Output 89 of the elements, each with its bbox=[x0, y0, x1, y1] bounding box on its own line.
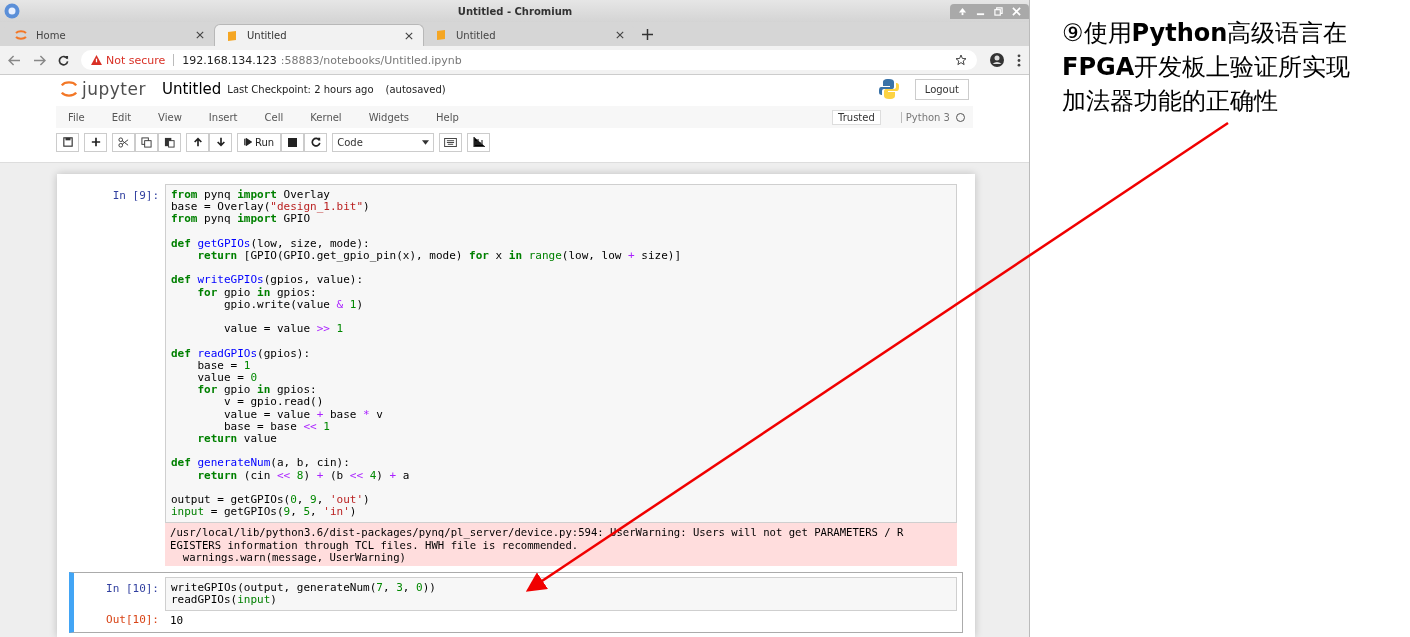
copy-button[interactable] bbox=[135, 132, 158, 152]
reload-icon[interactable] bbox=[58, 54, 69, 66]
input-prompt: In [10]: bbox=[105, 581, 160, 597]
restart-icon bbox=[310, 137, 321, 147]
stop-icon bbox=[288, 137, 298, 147]
trusted-indicator[interactable]: Trusted bbox=[832, 109, 881, 125]
scissors-icon bbox=[118, 136, 129, 148]
caret-icon bbox=[422, 139, 430, 145]
run-button[interactable]: Run bbox=[237, 132, 282, 152]
python-logo bbox=[876, 77, 901, 101]
close-icon[interactable] bbox=[196, 31, 204, 39]
checkpoint-status: Last Checkpoint: 2 hours ago bbox=[227, 83, 374, 95]
code-line: value = value + base * v bbox=[222, 408, 384, 421]
star-icon[interactable] bbox=[955, 54, 967, 66]
menu-item[interactable]: Kernel bbox=[306, 111, 355, 123]
menu-item[interactable]: Help bbox=[432, 111, 472, 123]
code-line: return value bbox=[196, 433, 278, 446]
close-icon[interactable] bbox=[405, 31, 413, 40]
chart-button[interactable] bbox=[467, 132, 491, 152]
code-line: def readGPIOs(gpios): bbox=[171, 347, 312, 360]
stop-button[interactable] bbox=[281, 132, 305, 152]
chromium-icon bbox=[4, 3, 20, 19]
bar-chart-icon bbox=[472, 137, 485, 147]
window-title: Untitled - Chromium bbox=[456, 5, 574, 17]
move-up-button[interactable] bbox=[186, 132, 209, 152]
menu-item[interactable]: Cell bbox=[260, 111, 297, 123]
browser-tab[interactable]: Untitled bbox=[214, 24, 424, 46]
address-bar[interactable]: Not secure 192.168.134.123 :58883/notebooks/Untitled.ipynb bbox=[81, 50, 977, 70]
code-line: def generateNum(a, b, cin): bbox=[171, 457, 351, 470]
new-tab-icon[interactable] bbox=[642, 29, 653, 40]
code-line: base = 1 bbox=[196, 359, 252, 372]
code-line: output = getGPIOs(0, 9, 'out') bbox=[171, 494, 371, 507]
paste-icon bbox=[164, 136, 175, 148]
menu-item[interactable]: Insert bbox=[204, 111, 251, 123]
kernel-name[interactable]: Python 3 bbox=[900, 111, 950, 123]
code-line: value = 0 bbox=[196, 372, 259, 384]
code-line: return (cin << 8) + (b << 4) + a bbox=[196, 469, 411, 482]
autosave-status: (autosaved) bbox=[385, 83, 446, 95]
menu-item[interactable]: Widgets bbox=[364, 111, 423, 123]
menu-icon[interactable] bbox=[1017, 53, 1021, 67]
notebook-icon bbox=[225, 28, 239, 43]
menu-item[interactable]: File bbox=[64, 111, 98, 123]
save-icon bbox=[62, 137, 73, 147]
profile-icon[interactable] bbox=[989, 52, 1005, 68]
code-line: readGPIOs(input) bbox=[171, 594, 278, 607]
code-line: gpio.write(value & 1) bbox=[222, 298, 365, 311]
code-line: for gpio in gpios: bbox=[196, 286, 318, 299]
paste-button[interactable] bbox=[158, 132, 181, 152]
notebook-icon bbox=[434, 28, 448, 42]
jupyter-icon bbox=[14, 28, 28, 42]
code-line: from pynq import Overlay bbox=[171, 189, 331, 202]
code-line: def writeGPIOs(gpios, value): bbox=[171, 274, 365, 287]
jupyter-logo[interactable]: jupyter bbox=[60, 78, 146, 100]
code-line: from pynq import GPIO bbox=[171, 213, 311, 226]
forward-arrow-icon[interactable] bbox=[33, 54, 46, 66]
cell-output: 10 bbox=[169, 613, 185, 630]
keyboard-icon bbox=[444, 137, 458, 147]
input-prompt: In [9]: bbox=[111, 188, 160, 204]
down-arrow-icon bbox=[215, 137, 226, 147]
step-icon bbox=[244, 138, 252, 146]
menu-item[interactable]: View bbox=[154, 111, 195, 123]
add-cell-button[interactable] bbox=[84, 132, 107, 152]
restart-button[interactable] bbox=[304, 132, 328, 152]
notebook-name[interactable]: Untitled bbox=[161, 80, 222, 98]
plus-icon bbox=[90, 137, 101, 147]
output-prompt: Out[10]: bbox=[105, 612, 160, 629]
notebook-cell[interactable]: In [10]: writeGPIOs(output, generateNum(7, 3, 0)) readGPIOs(input) Out[10]: 10 bbox=[69, 572, 963, 634]
code-line: for gpio in gpios: bbox=[196, 384, 318, 397]
code-line: value = value >> 1 bbox=[222, 323, 345, 336]
move-down-button[interactable] bbox=[209, 132, 232, 152]
code-line: input = getGPIOs(9, 5, 'in') bbox=[171, 506, 358, 519]
keyboard-button[interactable] bbox=[439, 132, 463, 152]
save-button[interactable] bbox=[56, 132, 79, 152]
warning-icon bbox=[91, 55, 102, 65]
up-arrow-icon bbox=[192, 137, 203, 147]
code-line: return [GPIO(GPIO.get_gpio_pin(x), mode) for x in range(low, low + size)] bbox=[196, 250, 682, 263]
code-line: v = gpio.read() bbox=[222, 396, 325, 409]
cut-button[interactable] bbox=[112, 132, 135, 152]
close-icon[interactable] bbox=[616, 31, 624, 39]
back-arrow-icon[interactable] bbox=[8, 54, 21, 66]
menu-item[interactable]: Edit bbox=[107, 111, 145, 123]
cell-type-dropdown[interactable]: Code bbox=[332, 132, 435, 152]
code-line: base = base << 1 bbox=[222, 420, 331, 433]
code-line: base = Overlay("design_1.bit") bbox=[171, 201, 371, 214]
code-line: writeGPIOs(output, generateNum(7, 3, 0)) bbox=[171, 582, 437, 595]
annotation-text: ⑨使用Python高级语言在FPGA开发板上验证所实现加法器功能的正确性 bbox=[1062, 18, 1352, 117]
code-line: def getGPIOs(low, size, mode): bbox=[171, 237, 371, 250]
logout-button[interactable]: Logout bbox=[914, 78, 969, 100]
copy-icon bbox=[141, 136, 152, 148]
